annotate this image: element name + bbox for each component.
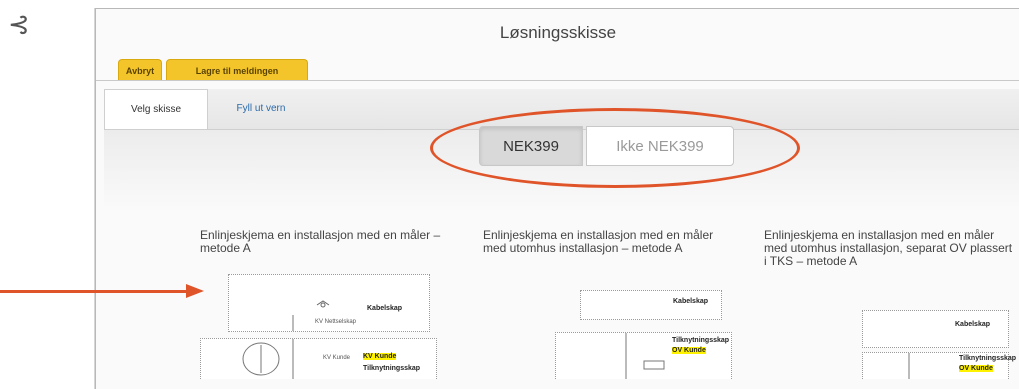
kabelskap-label-3: Kabelskap: [955, 321, 991, 328]
tab-fill-protection[interactable]: Fyll ut vern: [208, 89, 314, 129]
tab-choose-sketch[interactable]: Velg skisse: [104, 89, 208, 129]
sketch-title-2[interactable]: Enlinjeskjema en installasjon med en mål…: [483, 229, 733, 255]
window-title: Løsningsskisse: [499, 23, 617, 42]
kv-kunde-small-label: KV Kunde: [323, 355, 351, 361]
arrow-annotation-head: [186, 284, 204, 298]
sketch-diagram-1-tilknytning[interactable]: KV Kunde KV Kunde Tilknytningsskap: [200, 338, 437, 379]
ov-kunde-label-3: OV Kunde: [959, 365, 993, 372]
save-to-message-button[interactable]: Lagre til meldingen: [166, 59, 308, 81]
kabelskap-label: Kabelskap: [367, 305, 403, 312]
sketch-diagram-3-kabelskap[interactable]: Kabelskap: [862, 310, 1009, 348]
toolbar-divider: [96, 80, 1019, 81]
sketch-diagram-1-kabelskap[interactable]: KV Nettselskap Kabelskap: [228, 274, 430, 332]
sketch-diagram-2-tilknytning[interactable]: Tilknytningsskap OV Kunde: [555, 332, 732, 379]
sketch-diagram-2-kabelskap[interactable]: Kabelskap: [580, 290, 722, 320]
corner-glyph: ⊰: [8, 10, 30, 40]
sketch-title-1[interactable]: Enlinjeskjema en installasjon med en mål…: [200, 229, 450, 255]
highlight-ellipse-annotation: [430, 108, 800, 188]
sketch-title-3[interactable]: Enlinjeskjema en installasjon med en mål…: [764, 229, 1014, 268]
tilknytningsskap-label-2: Tilknytningsskap: [672, 337, 730, 344]
cancel-button[interactable]: Avbryt: [118, 59, 162, 81]
ov-kunde-label-2: OV Kunde: [672, 347, 706, 354]
arrow-annotation-shaft: [0, 290, 190, 293]
tilknytningsskap-label-3: Tilknytningsskap: [959, 355, 1017, 362]
kv-kunde-label: KV Kunde: [363, 353, 397, 360]
tilknytningsskap-label: Tilknytningsskap: [363, 365, 421, 372]
kabelskap-label-2: Kabelskap: [673, 298, 709, 305]
kv-nettselskap-label: KV Nettselskap: [315, 319, 357, 325]
sketch-diagram-3-tilknytning[interactable]: Tilknytningsskap OV Kunde: [862, 352, 1016, 379]
